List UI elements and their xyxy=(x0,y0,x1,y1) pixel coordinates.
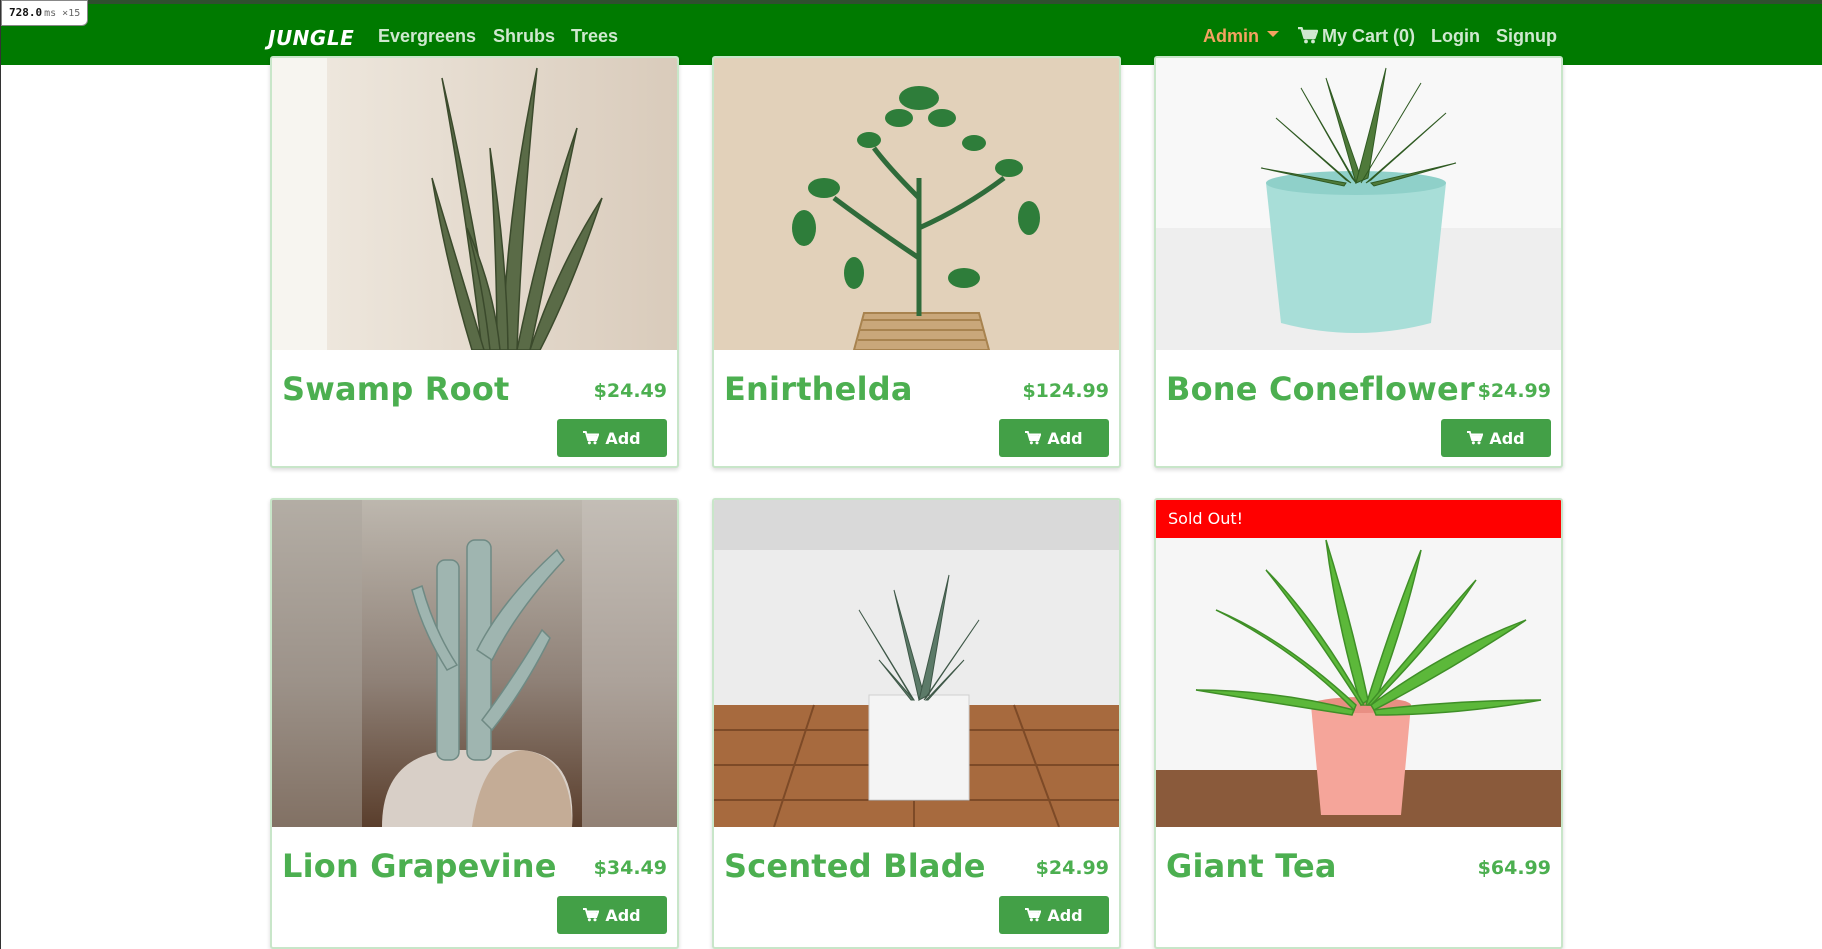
product-price: $24.99 xyxy=(1035,857,1109,879)
perf-overlay: 728.0 ms ×15 xyxy=(1,0,89,26)
add-button-label: Add xyxy=(1047,428,1083,448)
product-card: Sold Out! Giant Tea $64.99 xyxy=(1154,498,1563,949)
add-to-cart-button[interactable]: Add xyxy=(557,896,667,934)
product-image xyxy=(1156,500,1561,827)
product-name[interactable]: Scented Blade xyxy=(724,847,986,885)
signup-link[interactable]: Signup xyxy=(1496,26,1557,47)
product-name[interactable]: Giant Tea xyxy=(1166,847,1337,885)
perf-value: 728.0 xyxy=(9,6,43,19)
nav-trees[interactable]: Trees xyxy=(571,26,618,47)
product-card: Lion Grapevine $34.49 Add xyxy=(270,498,679,949)
my-cart-link[interactable]: My Cart (0) xyxy=(1298,26,1415,47)
product-price: $64.99 xyxy=(1477,857,1551,879)
product-name[interactable]: Enirthelda xyxy=(724,370,913,408)
add-button-label: Add xyxy=(1047,905,1083,925)
product-image xyxy=(1156,58,1561,350)
product-price: $24.99 xyxy=(1477,380,1551,402)
product-card: Swamp Root $24.49 Add xyxy=(270,56,679,468)
product-card: Bone Coneflower $24.99 Add xyxy=(1154,56,1563,468)
sold-out-banner: Sold Out! xyxy=(1156,500,1561,538)
login-link[interactable]: Login xyxy=(1431,26,1480,47)
product-name[interactable]: Lion Grapevine xyxy=(282,847,557,885)
cart-label: My Cart (0) xyxy=(1322,26,1416,46)
product-image xyxy=(714,500,1119,827)
nav-shrubs[interactable]: Shrubs xyxy=(493,26,555,47)
add-to-cart-button[interactable]: Add xyxy=(1441,419,1551,457)
add-to-cart-button[interactable]: Add xyxy=(557,419,667,457)
add-button-label: Add xyxy=(605,905,641,925)
admin-label: Admin xyxy=(1203,26,1259,46)
product-image xyxy=(714,58,1119,350)
product-card: Scented Blade $24.99 Add xyxy=(712,498,1121,949)
admin-dropdown[interactable]: Admin xyxy=(1203,26,1279,47)
perf-unit: ms xyxy=(44,8,57,19)
cart-icon xyxy=(1298,26,1318,44)
add-to-cart-button[interactable]: Add xyxy=(999,896,1109,934)
cart-icon xyxy=(583,431,600,445)
product-price: $124.99 xyxy=(1022,380,1109,402)
cart-icon xyxy=(583,908,600,922)
cart-icon xyxy=(1025,908,1042,922)
product-price: $24.49 xyxy=(593,380,667,402)
product-name[interactable]: Bone Coneflower xyxy=(1166,370,1475,408)
cart-icon xyxy=(1467,431,1484,445)
brand-logo[interactable]: JUNGLE xyxy=(268,26,354,50)
add-button-label: Add xyxy=(605,428,641,448)
chevron-down-icon xyxy=(1267,31,1279,38)
product-price: $34.49 xyxy=(593,857,667,879)
product-image xyxy=(272,58,677,350)
product-image xyxy=(272,500,677,827)
cart-icon xyxy=(1025,431,1042,445)
add-to-cart-button[interactable]: Add xyxy=(999,419,1109,457)
perf-mult: ×15 xyxy=(62,8,81,19)
product-name[interactable]: Swamp Root xyxy=(282,370,510,408)
add-button-label: Add xyxy=(1489,428,1525,448)
nav-evergreens[interactable]: Evergreens xyxy=(378,26,476,47)
product-card: Enirthelda $124.99 Add xyxy=(712,56,1121,468)
